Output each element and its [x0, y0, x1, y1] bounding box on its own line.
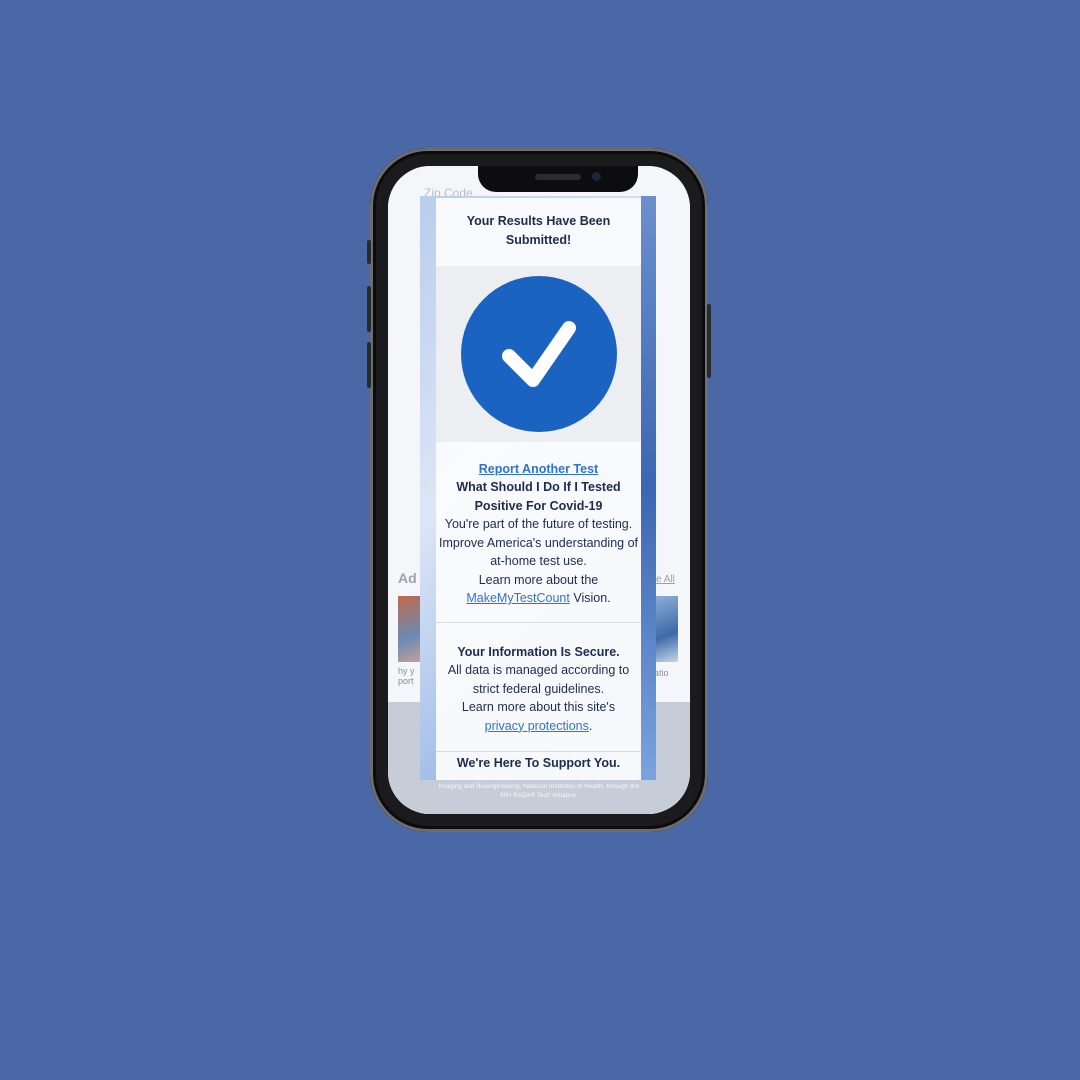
positive-heading: What Should I Do If I Tested Positive Fo…	[456, 480, 621, 513]
phone-frame: Zip Code Ad e All hy y port atio Imaging…	[367, 148, 711, 832]
notch	[478, 166, 638, 192]
makemytestcount-link[interactable]: MakeMyTestCount	[466, 591, 570, 605]
checkmark-icon	[502, 321, 576, 387]
ad-caption-right: atio	[654, 668, 669, 678]
secure-text: All data is managed according to strict …	[447, 663, 630, 696]
speaker-grille	[535, 174, 581, 180]
modal-title: Your Results Have Been Submitted!	[466, 214, 611, 247]
modal-scrollbar[interactable]	[641, 196, 656, 780]
mute-switch	[367, 240, 371, 264]
see-all-link[interactable]: e All	[656, 574, 675, 585]
privacy-prefix: Learn more about this site's	[461, 700, 616, 714]
learn-more-prefix: Learn more about the	[478, 572, 599, 587]
privacy-line: Learn more about this site's privacy pro…	[436, 698, 641, 735]
ad-section-heading: Ad	[398, 570, 417, 586]
vision-suffix: Vision.	[573, 591, 611, 605]
power-button	[707, 304, 711, 378]
confirmation-panel	[436, 266, 641, 442]
report-another-test-link[interactable]: Report Another Test	[479, 462, 598, 476]
volume-down-button	[367, 342, 371, 388]
section-divider	[436, 621, 641, 623]
footer-note: Imaging and Bioengineering, National Ins…	[438, 783, 640, 799]
camera-icon	[592, 172, 601, 181]
privacy-suffix: .	[588, 718, 593, 733]
support-heading: We're Here To Support You.	[456, 756, 621, 770]
privacy-protections-link[interactable]: privacy protections	[485, 719, 589, 733]
volume-up-button	[367, 286, 371, 332]
phone-screen: Zip Code Ad e All hy y port atio Imaging…	[388, 166, 690, 814]
future-text: You're part of the future of testing. Im…	[438, 517, 639, 568]
vision-line: Learn more about the MakeMyTestCount Vis…	[436, 571, 641, 608]
secure-heading: Your Information Is Secure.	[457, 644, 620, 659]
checkmark-circle-icon	[461, 276, 617, 432]
ad-caption-left: hy y port	[398, 666, 415, 686]
results-submitted-modal: Your Results Have Been Submitted! Report…	[436, 198, 641, 780]
